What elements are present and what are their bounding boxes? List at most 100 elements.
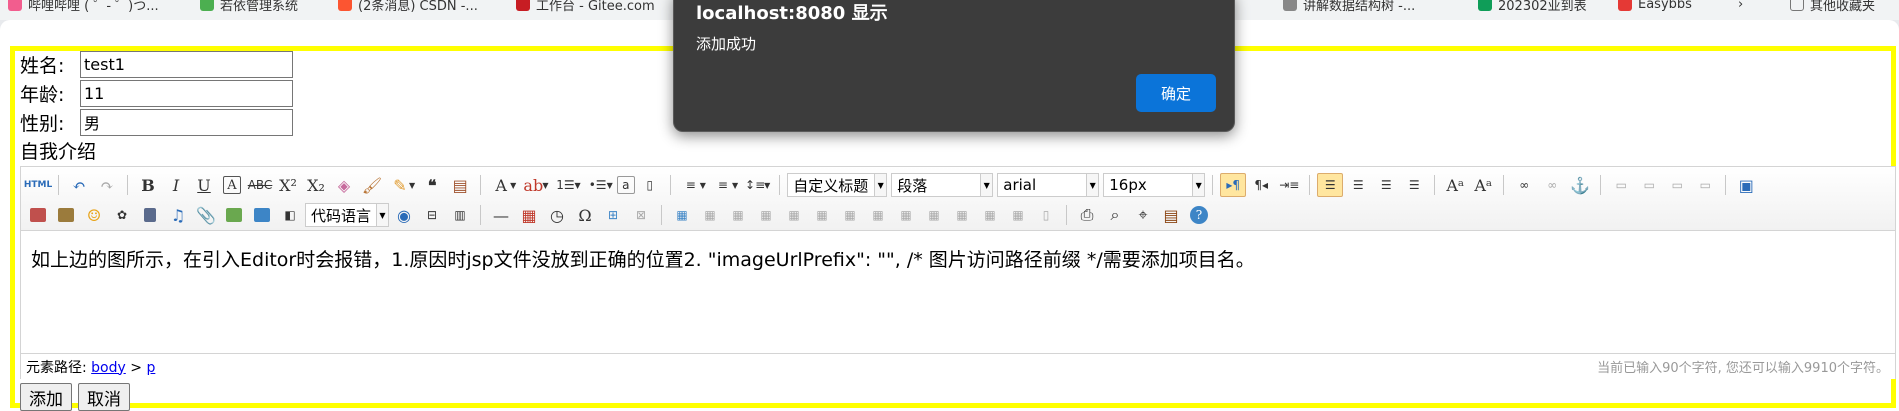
select-all-icon[interactable]: a [616, 176, 635, 194]
insert-video-icon[interactable] [144, 208, 156, 222]
align-left-icon[interactable]: ☰ [1317, 173, 1344, 197]
rtl-direction-icon[interactable]: ¶◂ [1248, 173, 1274, 197]
date-icon[interactable]: ▦ [516, 203, 542, 227]
paste-plain-icon[interactable]: ▤ [447, 173, 473, 197]
dropdown-arrow-icon[interactable]: ▼ [574, 181, 580, 190]
multi-image-icon[interactable] [58, 208, 74, 222]
format-brush-icon[interactable]: 🖌 [359, 173, 385, 197]
delete-row-icon[interactable]: ▦ [781, 203, 807, 227]
link-icon[interactable]: ∞ [1511, 173, 1537, 197]
subscript-icon[interactable]: X₂ [303, 173, 329, 197]
unlink-icon[interactable]: ∞ [1539, 173, 1565, 197]
horizontal-rule-icon[interactable]: — [488, 203, 514, 227]
bookmark-item[interactable]: Easybbs [1618, 0, 1692, 14]
image-right-icon[interactable]: ▭ [1664, 173, 1690, 197]
template-icon[interactable]: ▥ [447, 203, 473, 227]
time-icon[interactable]: ◷ [544, 203, 570, 227]
dialog-ok-button[interactable]: 确定 [1136, 74, 1216, 112]
merge-cells-icon[interactable]: ▦ [865, 203, 891, 227]
custom-heading-select[interactable]: 自定义标题 ▼ [787, 173, 888, 197]
add-button[interactable]: 添加 [20, 383, 72, 411]
delete-table-icon[interactable]: ▦ [697, 203, 723, 227]
dropdown-arrow-icon[interactable]: ▼ [607, 181, 613, 190]
eraser-icon[interactable]: ◈ [331, 173, 357, 197]
font-border-icon[interactable]: A [223, 176, 241, 194]
align-right-icon[interactable]: ☰ [1373, 173, 1399, 197]
strikethrough-icon[interactable]: ABC [247, 173, 273, 197]
scrawl-icon[interactable]: ✿ [109, 203, 135, 227]
blockquote-icon[interactable]: ❝ [419, 173, 445, 197]
print-icon[interactable]: ⎙ [1074, 203, 1100, 227]
bold-icon[interactable]: B [135, 173, 161, 197]
gender-input[interactable] [80, 108, 293, 136]
merge-right-icon[interactable]: ▦ [893, 203, 919, 227]
italic-icon[interactable]: I [163, 173, 189, 197]
search-replace-icon[interactable]: ⌖ [1130, 203, 1156, 227]
bookmark-item[interactable]: (2条消息) CSDN -... [338, 0, 478, 14]
path-p-link[interactable]: p [146, 360, 155, 376]
dropdown-arrow-icon[interactable]: ▼ [409, 181, 415, 190]
indent-icon[interactable]: ⇥≡ [1276, 173, 1302, 197]
insert-paragraph-icon[interactable]: ▦ [725, 203, 751, 227]
dropdown-arrow-icon[interactable]: ▼ [510, 181, 516, 190]
align-justify-icon[interactable]: ☰ [1401, 173, 1427, 197]
insert-table-icon[interactable]: ▦ [669, 203, 695, 227]
font-family-select[interactable]: arial ▼ [997, 173, 1100, 197]
merge-down-icon[interactable]: ▦ [921, 203, 947, 227]
insert-col-icon[interactable]: ▦ [809, 203, 835, 227]
bookmark-item[interactable]: 讲解数据结构树 -... [1283, 0, 1415, 14]
dropdown-arrow-icon[interactable]: ▼ [700, 181, 706, 190]
dropdown-arrow-icon[interactable]: ▼ [732, 181, 738, 190]
clear-doc-icon[interactable]: ▯ [637, 173, 663, 197]
split-rows-icon[interactable]: ▦ [977, 203, 1003, 227]
drafts-icon[interactable]: ▤ [1158, 203, 1184, 227]
font-size-select[interactable]: 16px ▼ [1103, 173, 1206, 197]
web-app-icon[interactable]: ◉ [391, 203, 417, 227]
wordimage-icon[interactable]: ⊞ [600, 203, 626, 227]
bookmark-folder[interactable]: 其他收藏夹 [1790, 0, 1875, 14]
underline-icon[interactable]: U [191, 173, 217, 197]
name-input[interactable] [80, 50, 293, 78]
insert-row-icon[interactable]: ▦ [753, 203, 779, 227]
map-icon[interactable] [226, 208, 242, 222]
split-cols-icon[interactable]: ▦ [1005, 203, 1031, 227]
bookmark-item[interactable]: 202302业到表 [1478, 0, 1587, 14]
image-none-icon[interactable]: ▭ [1608, 173, 1634, 197]
align-center-icon[interactable]: ☰ [1345, 173, 1371, 197]
paragraph-select[interactable]: 段落 ▼ [891, 173, 994, 197]
ltr-direction-icon[interactable]: ▸¶ [1220, 173, 1247, 197]
code-language-select[interactable]: 代码语言 ▼ [305, 203, 389, 227]
split-cells-icon[interactable]: ▦ [949, 203, 975, 227]
dropdown-arrow-icon[interactable]: ▼ [542, 181, 548, 190]
gmap-icon[interactable] [254, 208, 270, 222]
anchor-icon[interactable]: ⚓ [1567, 173, 1593, 197]
dropdown-arrow-icon[interactable]: ▼ [764, 181, 770, 190]
html-source-icon[interactable]: HTML [24, 173, 52, 197]
preview-icon[interactable]: ⌕ [1102, 203, 1128, 227]
chart-icon[interactable]: ▯ [1033, 203, 1059, 227]
path-body-link[interactable]: body [91, 360, 126, 376]
page-break-icon[interactable]: ⊟ [419, 203, 445, 227]
music-icon[interactable]: ♫ [165, 203, 191, 227]
emotion-icon[interactable]: ☺ [81, 203, 107, 227]
bookmark-item[interactable]: 哔哩哔哩 ( ゜- ゜)つ... [8, 0, 159, 14]
cancel-button[interactable]: 取消 [78, 383, 130, 411]
redo-icon[interactable]: ↷ [94, 173, 120, 197]
to-uppercase-icon[interactable]: Aᵃ [1442, 173, 1468, 197]
image-left-icon[interactable]: ▭ [1636, 173, 1662, 197]
undo-icon[interactable]: ↶ [66, 173, 92, 197]
help-icon[interactable]: ? [1190, 206, 1208, 224]
superscript-icon[interactable]: X² [275, 173, 301, 197]
special-char-icon[interactable]: Ω [572, 203, 598, 227]
editor-content[interactable]: 如上边的图所示，在引入Editor时会报错，1.原因时jsp文件没放到正确的位置… [31, 245, 1255, 272]
to-lowercase-icon[interactable]: Aᵃ [1470, 173, 1496, 197]
bookmark-item[interactable]: 若依管理系统 [200, 0, 298, 14]
age-input[interactable] [80, 79, 293, 107]
print-preview-icon[interactable]: ⊠ [628, 203, 654, 227]
simple-upload-icon[interactable] [30, 208, 46, 222]
image-center-icon[interactable]: ▭ [1692, 173, 1718, 197]
bookmarks-more[interactable]: › [1738, 0, 1743, 14]
insert-frame-icon[interactable]: ◧ [277, 203, 303, 227]
attachment-icon[interactable]: 📎 [193, 203, 219, 227]
delete-col-icon[interactable]: ▦ [837, 203, 863, 227]
